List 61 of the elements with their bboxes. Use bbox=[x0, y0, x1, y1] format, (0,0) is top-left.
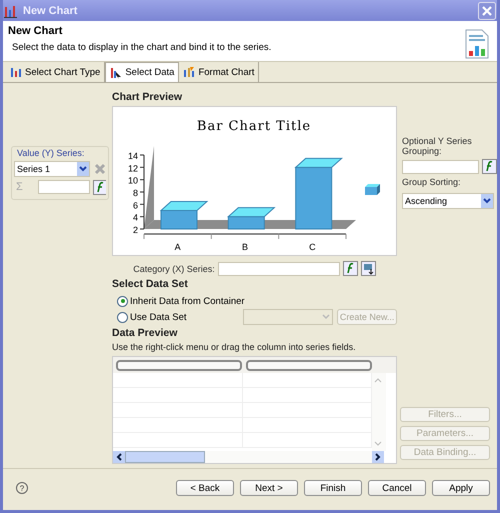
column-header[interactable] bbox=[246, 360, 372, 371]
group-sorting-label: Group Sorting: bbox=[402, 177, 462, 187]
data-preview-hint: Use the right-click menu or drag the column into series fields. bbox=[112, 342, 357, 352]
wizard-button[interactable]: Finish bbox=[304, 480, 362, 496]
sorting-dropdown[interactable]: Ascending bbox=[402, 193, 494, 209]
series-dropdown[interactable]: Series 1 bbox=[14, 160, 90, 176]
report-chart-icon bbox=[465, 29, 489, 59]
scroll-left-icon[interactable] bbox=[115, 452, 123, 462]
function-icon[interactable] bbox=[93, 180, 106, 194]
y-tick-label: 6 bbox=[132, 200, 138, 210]
scroll-down-icon[interactable] bbox=[373, 440, 383, 448]
y-tick-label: 12 bbox=[128, 163, 138, 174]
column-header[interactable] bbox=[116, 360, 242, 371]
radio-option[interactable]: Inherit Data from Container bbox=[117, 296, 245, 306]
data-preview-title: Data Preview bbox=[112, 327, 178, 339]
wizard-title: New Chart bbox=[8, 25, 64, 37]
y-tick-label: 8 bbox=[132, 188, 138, 198]
x-tick-label: A bbox=[174, 242, 181, 252]
x-tick-label: B bbox=[242, 242, 248, 252]
function-icon[interactable] bbox=[482, 159, 497, 174]
radio-option[interactable]: Use Data Set bbox=[117, 312, 186, 322]
category-series-field[interactable] bbox=[218, 262, 340, 276]
wizard-button[interactable]: < Back bbox=[176, 480, 234, 496]
x-tick-label: C bbox=[309, 242, 316, 252]
window-title: New Chart bbox=[23, 4, 78, 16]
expression-field[interactable] bbox=[38, 180, 90, 194]
delete-icon[interactable] bbox=[92, 162, 106, 176]
bar-chart-icon bbox=[4, 4, 18, 18]
chart-preview-label: Chart Preview bbox=[112, 91, 184, 103]
tab[interactable]: Select Data bbox=[105, 62, 180, 82]
legend-marker bbox=[365, 184, 380, 195]
category-series-label: Category (X) Series: bbox=[133, 264, 215, 274]
close-icon[interactable] bbox=[478, 2, 496, 20]
value-series-label: Value (Y) Series: bbox=[16, 148, 86, 158]
grouping-label: Optional Y Series Grouping: bbox=[402, 136, 473, 156]
wizard-button[interactable]: Next > bbox=[240, 480, 298, 496]
bar bbox=[295, 166, 332, 230]
grouping-field[interactable] bbox=[402, 160, 479, 174]
wizard-button[interactable]: Cancel bbox=[368, 480, 426, 496]
bar bbox=[160, 210, 198, 230]
y-tick-label: 2 bbox=[132, 225, 138, 235]
top-face bbox=[227, 207, 276, 218]
chart-pointer-icon bbox=[110, 66, 122, 78]
bar-chart-icon bbox=[10, 66, 22, 78]
y-tick-label: 4 bbox=[132, 212, 138, 223]
y-tick-label: 14 bbox=[128, 151, 138, 161]
vertical-scrollbar[interactable] bbox=[372, 373, 386, 451]
top-face bbox=[160, 201, 208, 211]
scroll-up-icon[interactable] bbox=[373, 376, 383, 384]
bar-chart-brush-icon bbox=[183, 66, 196, 78]
wizard-description: Select the data to display in the chart and bind it to the series. bbox=[11, 42, 272, 53]
scroll-right-icon[interactable] bbox=[374, 452, 382, 462]
help-icon[interactable]: ? bbox=[16, 482, 28, 494]
function-icon[interactable] bbox=[342, 261, 358, 276]
horizontal-scrollbar[interactable] bbox=[113, 451, 384, 463]
data-set-title: Select Data Set bbox=[112, 278, 189, 290]
y-tick-label: 10 bbox=[128, 176, 138, 186]
chart-title: Bar Chart Title bbox=[196, 119, 312, 134]
wizard-button[interactable]: Apply bbox=[432, 480, 490, 496]
bar bbox=[228, 216, 265, 230]
top-face bbox=[294, 158, 343, 168]
